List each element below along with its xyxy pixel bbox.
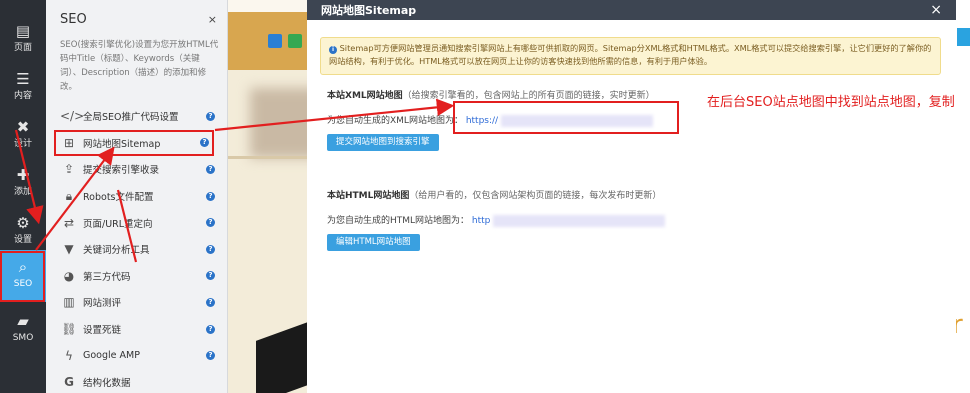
menu-item-global-seo-code[interactable]: </> 全局SEO推广代码设置 ? xyxy=(46,103,228,130)
rail-label: 添加 xyxy=(13,187,32,197)
help-icon[interactable]: ? xyxy=(206,271,215,281)
html-url-row: 为您自动生成的HTML网站地图为： http xyxy=(327,213,666,227)
menu-item-site-audit[interactable]: ▥ 网站测评 ? xyxy=(46,289,228,316)
html-url-label: 为您自动生成的HTML网站地图为： xyxy=(327,216,470,226)
xml-section-title: 本站XML网站地图（给搜索引擎看的，包含网站上的所有页面的链接，实时更新） xyxy=(327,88,655,101)
modal-header: 网站地图Sitemap × xyxy=(307,0,956,20)
panel-header: SEO × xyxy=(46,0,227,38)
rail-label: 设计 xyxy=(13,139,32,149)
help-icon[interactable]: ? xyxy=(206,324,215,334)
help-icon[interactable]: ? xyxy=(206,191,215,201)
html-section-title: 本站HTML网站地图（给用户看的，仅包含网站架构页面的链接，每次发布时更新） xyxy=(327,188,661,201)
url-highlight-box xyxy=(453,101,679,134)
redirect-icon: ⇄ xyxy=(63,215,75,230)
menu-item-label: 第三方代码 xyxy=(83,271,131,283)
rail-label: SMO xyxy=(12,333,34,343)
background-right-button xyxy=(957,28,970,46)
bar-chart-icon: ▥ xyxy=(63,295,75,310)
menu-item-sitemap[interactable]: ⊞ 网站地图Sitemap ? xyxy=(54,129,214,157)
modal-title: 网站地图Sitemap xyxy=(321,4,417,17)
menu-item-label: 设置死链 xyxy=(83,325,122,337)
page-icon: ▤ xyxy=(15,22,31,40)
menu-item-label: Google AMP xyxy=(83,350,140,362)
rail-label: 页面 xyxy=(13,43,32,53)
html-url-redacted xyxy=(493,214,666,227)
help-icon[interactable]: ? xyxy=(200,138,209,148)
add-icon: ✚ xyxy=(16,166,30,184)
menu-item-label: 网站地图Sitemap xyxy=(83,138,161,150)
menu-item-label: 提交搜索引擎收录 xyxy=(83,165,160,177)
annotation-text: 在后台SEO站点地图中找到站点地图，复制 xyxy=(707,95,955,110)
sitemap-icon: ⊞ xyxy=(63,135,75,150)
submit-sitemap-button[interactable]: 提交网站地图到搜索引擎 xyxy=(327,134,439,151)
mail-icon xyxy=(268,34,282,48)
palette-icon: ◕ xyxy=(63,268,75,283)
lock-icon: 🔒︎ xyxy=(65,188,73,203)
seo-panel: SEO × SEO(搜索引擎优化)设置为您开放HTML代码中Title（标题）、… xyxy=(46,0,228,393)
html-subtitle: （给用户看的，仅包含网站架构页面的链接，每次发布时更新） xyxy=(409,191,662,201)
broken-link-icon: ⛓ xyxy=(61,322,77,337)
menu-item-google-amp[interactable]: ϟ Google AMP ? xyxy=(46,342,228,369)
notice-text: Sitemap可方便网站管理员通知搜索引擎网站上有哪些可供抓取的网页。Sitem… xyxy=(329,43,932,66)
panel-title: SEO xyxy=(60,11,87,27)
rail-item-add[interactable]: ✚ 添加 xyxy=(0,158,46,206)
code-icon: </> xyxy=(60,109,85,124)
help-icon[interactable]: ? xyxy=(206,218,215,228)
help-icon[interactable]: ? xyxy=(206,111,215,121)
menu-item-third-party-code[interactable]: ◕ 第三方代码 ? xyxy=(46,263,228,290)
menu-item-label: 网站测评 xyxy=(83,298,122,310)
menu-item-submit-engine[interactable]: ⇪ 提交搜索引擎收录 ? xyxy=(46,156,228,183)
edit-html-sitemap-button[interactable]: 编辑HTML网站地图 xyxy=(327,234,420,251)
menu-item-keyword-tool[interactable]: ▼ 关键词分析工具 ? xyxy=(46,236,228,263)
help-icon[interactable]: ? xyxy=(206,351,215,361)
sitemap-modal: 网站地图Sitemap × i Sitemap可方便网站管理员通知搜索引擎网站上… xyxy=(307,0,956,393)
rail-item-content[interactable]: ☰ 内容 xyxy=(0,62,46,110)
seo-menu: </> 全局SEO推广代码设置 ? ⊞ 网站地图Sitemap ? ⇪ 提交搜索… xyxy=(46,103,228,393)
rail-item-smo[interactable]: ▰ SMO xyxy=(0,304,46,352)
menu-item-label: 结构化数据 xyxy=(83,378,131,390)
html-title: 本站HTML网站地图 xyxy=(327,191,410,201)
background-divider xyxy=(228,156,308,159)
menu-item-redirect[interactable]: ⇄ 页面/URL重定向 ? xyxy=(46,209,228,236)
xml-title: 本站XML网站地图 xyxy=(327,91,403,101)
filter-icon: ▼ xyxy=(64,242,74,257)
seo-highlight-box xyxy=(0,251,45,302)
menu-item-dead-links[interactable]: ⛓ 设置死链 ? xyxy=(46,316,228,343)
modal-close-button[interactable]: × xyxy=(930,3,942,17)
panel-close-button[interactable]: × xyxy=(208,13,217,26)
xml-url-label: 为您自动生成的XML网站地图为： xyxy=(327,116,463,126)
design-icon: ✖ xyxy=(16,118,30,136)
info-icon: i xyxy=(329,46,337,54)
menu-item-label: 全局SEO推广代码设置 xyxy=(83,112,179,124)
left-icon-rail: ▤ 页面 ☰ 内容 ✖ 设计 ✚ 添加 ⚙ 设置 ⌕ SEO ▰ SMO xyxy=(0,0,46,393)
rail-label: 内容 xyxy=(13,91,32,101)
submit-icon: ⇪ xyxy=(63,162,75,177)
phone-icon xyxy=(288,34,302,48)
briefcase-icon: ▰ xyxy=(17,312,29,330)
rail-item-settings[interactable]: ⚙ 设置 xyxy=(0,206,46,254)
settings-icon: ⚙ xyxy=(16,214,30,232)
rail-item-design[interactable]: ✖ 设计 xyxy=(0,110,46,158)
menu-item-structured-data[interactable]: G 结构化数据 xyxy=(46,369,228,393)
menu-item-label: 页面/URL重定向 xyxy=(83,218,153,230)
rail-label: 设置 xyxy=(13,235,32,245)
panel-description: SEO(搜索引擎优化)设置为您开放HTML代码中Title（标题）、Keywor… xyxy=(60,40,219,92)
html-url-link[interactable]: http xyxy=(472,216,490,226)
help-icon[interactable]: ? xyxy=(206,244,215,254)
content-icon: ☰ xyxy=(16,70,30,88)
rail-item-page[interactable]: ▤ 页面 xyxy=(0,14,46,62)
xml-subtitle: （给搜索引擎看的，包含网站上的所有页面的链接，实时更新） xyxy=(402,91,655,101)
info-notice: i Sitemap可方便网站管理员通知搜索引擎网站上有哪些可供抓取的网页。Sit… xyxy=(320,37,941,75)
menu-item-label: 关键词分析工具 xyxy=(83,245,150,257)
help-icon[interactable]: ? xyxy=(206,297,215,307)
menu-item-label: Robots文件配置 xyxy=(83,192,154,204)
google-icon: G xyxy=(64,375,74,390)
menu-item-robots[interactable]: 🔒︎ Robots文件配置 ? xyxy=(46,183,228,210)
lightning-icon: ϟ xyxy=(65,348,73,363)
help-icon[interactable]: ? xyxy=(206,164,215,174)
